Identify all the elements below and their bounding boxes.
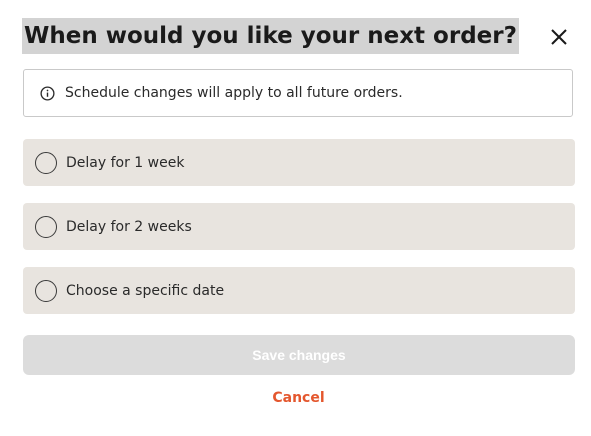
radio-button[interactable]: [35, 215, 57, 238]
radio-button[interactable]: [35, 151, 57, 174]
option-specific-date[interactable]: Choose a specific date: [23, 267, 575, 314]
info-banner: Schedule changes will apply to all futur…: [23, 69, 573, 117]
close-icon: [551, 29, 567, 45]
cancel-link[interactable]: Cancel: [0, 390, 591, 406]
option-delay-1-week[interactable]: Delay for 1 week: [23, 139, 575, 186]
option-delay-2-weeks[interactable]: Delay for 2 weeks: [23, 203, 575, 250]
option-label: Choose a specific date: [66, 282, 225, 299]
info-icon: [40, 85, 55, 101]
save-changes-button[interactable]: Save changes: [23, 335, 575, 375]
schedule-dialog: When would you like your next order? Sch…: [0, 0, 591, 436]
option-label: Delay for 1 week: [66, 154, 185, 171]
option-label: Delay for 2 weeks: [66, 218, 192, 235]
radio-button[interactable]: [35, 279, 57, 302]
info-text: Schedule changes will apply to all futur…: [65, 85, 403, 101]
dialog-title: When would you like your next order?: [22, 18, 519, 54]
close-button[interactable]: [548, 26, 570, 48]
